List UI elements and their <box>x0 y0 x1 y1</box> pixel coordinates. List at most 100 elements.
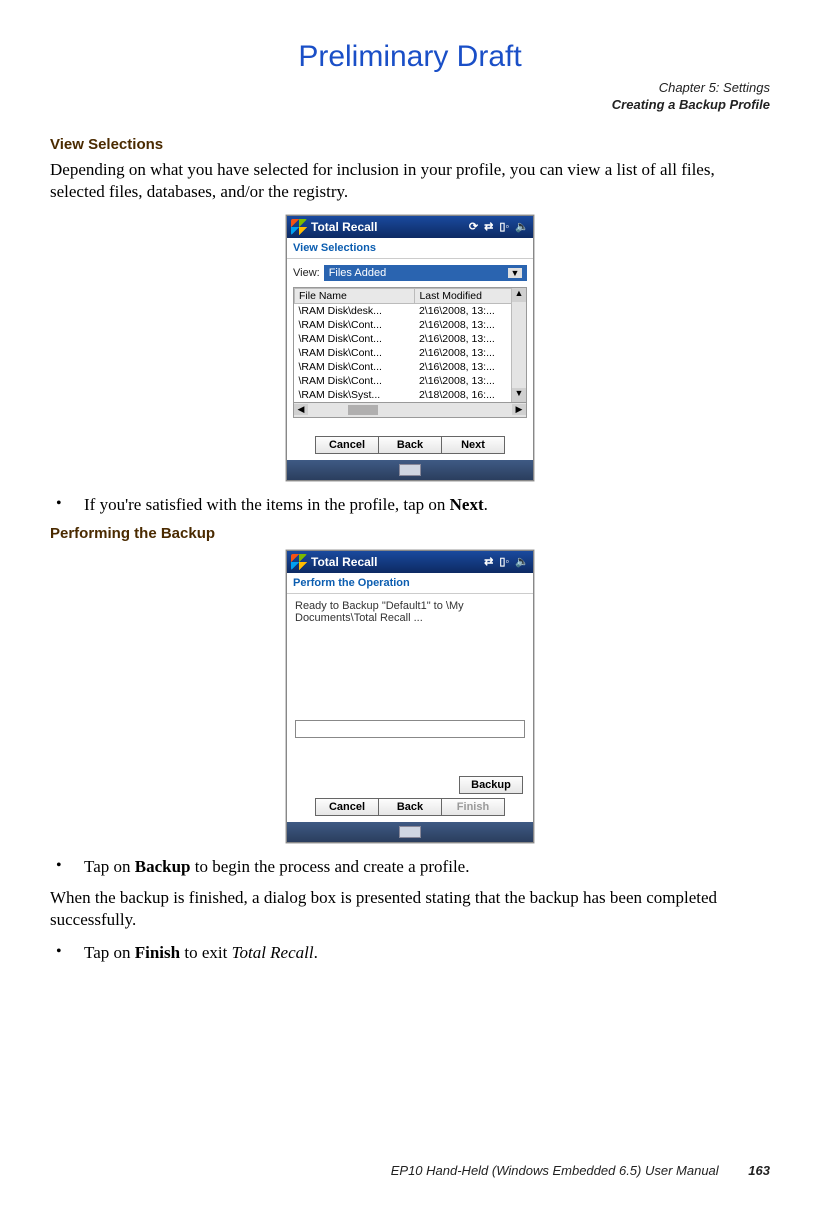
table-row[interactable]: \RAM Disk\desk...2\16\2008, 13:... <box>295 303 526 318</box>
scroll-track[interactable] <box>308 405 512 415</box>
para-after-backup: When the backup is finished, a dialog bo… <box>50 887 770 931</box>
bottombar-2 <box>287 822 533 842</box>
network-icon-2: ⇄ <box>484 555 493 568</box>
bullet3-post: . <box>314 943 318 962</box>
bullet1-pre: If you're satisfied with the items in th… <box>84 495 450 514</box>
scroll-thumb[interactable] <box>348 405 378 415</box>
chapter-line-2: Creating a Backup Profile <box>50 97 770 114</box>
col-file-name[interactable]: File Name <box>295 288 415 303</box>
start-icon[interactable] <box>291 219 307 235</box>
next-button-1[interactable]: Next <box>441 436 505 454</box>
bullet-finish: • Tap on Finish to exit Total Recall. <box>50 943 770 963</box>
titlebar-1: Total Recall ⟳ ⇄ ▯◦ 🔈 <box>287 216 533 238</box>
cancel-button-1[interactable]: Cancel <box>315 436 379 454</box>
bullet3-bold: Finish <box>135 943 180 962</box>
footer-text: EP10 Hand-Held (Windows Embedded 6.5) Us… <box>391 1163 719 1178</box>
bullet-mark: • <box>50 495 84 515</box>
file-table-wrap: File Name Last Modified \RAM Disk\desk..… <box>293 287 527 403</box>
horizontal-scrollbar[interactable]: ◀ ▶ <box>293 403 527 418</box>
heading-performing-backup: Performing the Backup <box>50 525 770 542</box>
status-icons-1: ⟳ ⇄ ▯◦ 🔈 <box>469 220 529 233</box>
cell-last-modified: 2\16\2008, 13:... <box>415 374 526 388</box>
vertical-scrollbar[interactable]: ▲ ▼ <box>511 288 526 402</box>
scroll-down-icon[interactable]: ▼ <box>512 388 526 402</box>
cell-last-modified: 2\16\2008, 13:... <box>415 303 526 318</box>
cell-file-name: \RAM Disk\Syst... <box>295 388 415 402</box>
chevron-down-icon[interactable]: ▼ <box>508 268 522 278</box>
bullet-next: • If you're satisfied with the items in … <box>50 495 770 515</box>
table-row[interactable]: \RAM Disk\Cont...2\16\2008, 13:... <box>295 332 526 346</box>
view-label: View: <box>293 267 320 279</box>
bullet-backup: • Tap on Backup to begin the process and… <box>50 857 770 877</box>
page-footer: EP10 Hand-Held (Windows Embedded 6.5) Us… <box>391 1163 770 1178</box>
finish-button: Finish <box>441 798 505 816</box>
bullet-mark-2: • <box>50 857 84 877</box>
start-icon-2[interactable] <box>291 554 307 570</box>
titlebar-2: Total Recall ⇄ ▯◦ 🔈 <box>287 551 533 573</box>
bullet1-bold: Next <box>450 495 484 514</box>
table-row[interactable]: \RAM Disk\Cont...2\16\2008, 13:... <box>295 346 526 360</box>
cell-file-name: \RAM Disk\Cont... <box>295 318 415 332</box>
table-row[interactable]: \RAM Disk\Cont...2\16\2008, 13:... <box>295 318 526 332</box>
bullet-text-finish: Tap on Finish to exit Total Recall. <box>84 943 770 963</box>
subtitle-2: Perform the Operation <box>287 573 533 594</box>
table-row[interactable]: \RAM Disk\Cont...2\16\2008, 13:... <box>295 360 526 374</box>
button-row-1: Cancel Back Next <box>287 418 533 460</box>
para-view-selections: Depending on what you have selected for … <box>50 159 770 203</box>
bullet-mark-3: • <box>50 943 84 963</box>
sync-icon: ⟳ <box>469 220 478 233</box>
app-title-2: Total Recall <box>311 555 484 569</box>
view-dropdown[interactable]: Files Added ▼ <box>324 265 527 281</box>
page-number: 163 <box>748 1163 770 1178</box>
scroll-up-icon[interactable]: ▲ <box>512 288 526 302</box>
bullet2-bold: Backup <box>135 857 191 876</box>
cell-last-modified: 2\16\2008, 13:... <box>415 360 526 374</box>
cell-last-modified: 2\16\2008, 13:... <box>415 318 526 332</box>
signal-icon-2: ▯◦ <box>499 555 509 568</box>
view-row: View: Files Added ▼ <box>287 259 533 287</box>
keyboard-icon-2[interactable] <box>399 826 421 838</box>
network-icon: ⇄ <box>484 220 493 233</box>
bottombar-1 <box>287 460 533 480</box>
keyboard-icon[interactable] <box>399 464 421 476</box>
backup-message: Ready to Backup "Default1" to \My Docume… <box>287 594 533 706</box>
device-2: Total Recall ⇄ ▯◦ 🔈 Perform the Operatio… <box>286 550 534 843</box>
back-button-1[interactable]: Back <box>378 436 442 454</box>
screenshot-view-selections: Total Recall ⟳ ⇄ ▯◦ 🔈 View Selections Vi… <box>50 215 770 481</box>
file-table: File Name Last Modified \RAM Disk\desk..… <box>294 288 526 402</box>
cancel-button-2[interactable]: Cancel <box>315 798 379 816</box>
table-row[interactable]: \RAM Disk\Syst...2\18\2008, 16:... <box>295 388 526 402</box>
button-row-2: Cancel Back Finish <box>287 796 533 822</box>
scroll-right-icon[interactable]: ▶ <box>512 404 526 415</box>
bullet3-mid: to exit <box>180 943 231 962</box>
table-row[interactable]: \RAM Disk\Cont...2\16\2008, 13:... <box>295 374 526 388</box>
bullet-text-next: If you're satisfied with the items in th… <box>84 495 770 515</box>
bullet-text-backup: Tap on Backup to begin the process and c… <box>84 857 770 877</box>
bullet2-pre: Tap on <box>84 857 135 876</box>
app-title-1: Total Recall <box>311 220 469 234</box>
cell-last-modified: 2\16\2008, 13:... <box>415 346 526 360</box>
backup-button[interactable]: Backup <box>459 776 523 794</box>
progress-bar <box>295 720 525 738</box>
volume-icon[interactable]: 🔈 <box>515 220 529 233</box>
col-last-modified[interactable]: Last Modified <box>415 288 526 303</box>
signal-icon: ▯◦ <box>499 220 509 233</box>
back-button-2[interactable]: Back <box>378 798 442 816</box>
dropdown-value: Files Added <box>329 267 386 279</box>
cell-file-name: \RAM Disk\desk... <box>295 303 415 318</box>
chapter-header: Chapter 5: Settings Creating a Backup Pr… <box>50 80 770 114</box>
screenshot-perform-operation: Total Recall ⇄ ▯◦ 🔈 Perform the Operatio… <box>50 550 770 843</box>
cell-file-name: \RAM Disk\Cont... <box>295 346 415 360</box>
bullet3-italic: Total Recall <box>232 943 314 962</box>
volume-icon-2[interactable]: 🔈 <box>515 555 529 568</box>
cell-last-modified: 2\16\2008, 13:... <box>415 332 526 346</box>
status-icons-2: ⇄ ▯◦ 🔈 <box>484 555 529 568</box>
bullet2-post: to begin the process and create a profil… <box>191 857 470 876</box>
backup-btn-row: Backup <box>287 772 533 796</box>
scroll-left-icon[interactable]: ◀ <box>294 404 308 415</box>
subtitle-1: View Selections <box>287 238 533 259</box>
chapter-line-1: Chapter 5: Settings <box>50 80 770 97</box>
cell-file-name: \RAM Disk\Cont... <box>295 360 415 374</box>
cell-file-name: \RAM Disk\Cont... <box>295 332 415 346</box>
bullet1-post: . <box>484 495 488 514</box>
